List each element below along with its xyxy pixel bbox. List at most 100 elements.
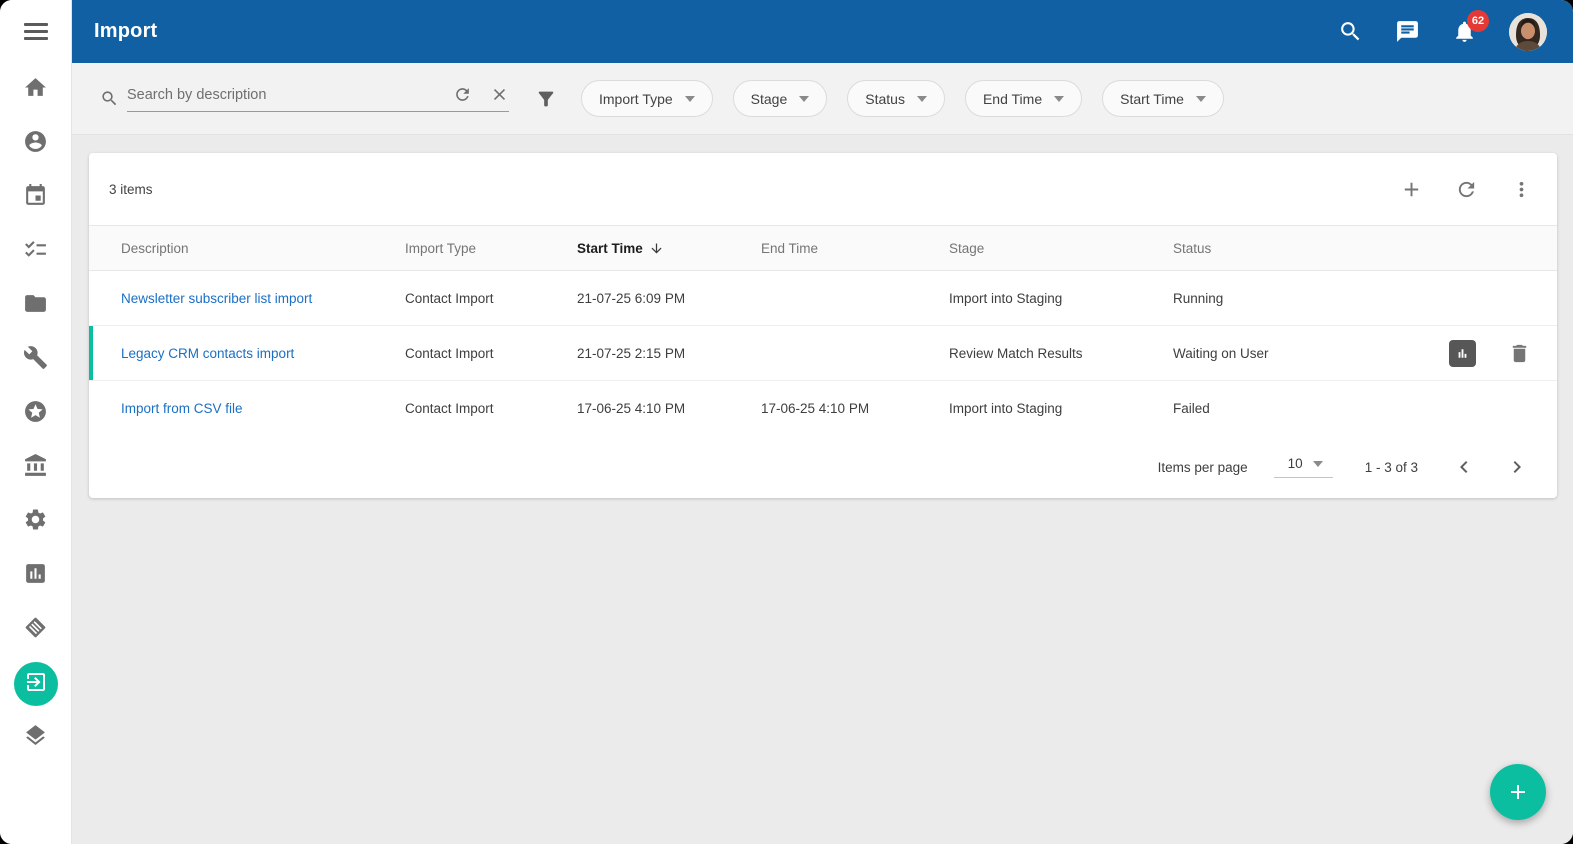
chevron-down-icon: [1196, 96, 1206, 102]
status-cell: Running: [1173, 291, 1403, 306]
stage-cell: Import into Staging: [949, 291, 1173, 306]
sidebar-item-accounts[interactable]: [0, 441, 71, 495]
import-icon: [24, 670, 48, 699]
hamburger-icon: [24, 23, 48, 40]
notification-count-badge: 62: [1467, 10, 1489, 32]
filter-bar: Import Type Stage Status End Time Start …: [72, 63, 1573, 135]
notifications-button[interactable]: 62: [1452, 19, 1477, 44]
filter-chip-status[interactable]: Status: [847, 80, 945, 117]
bar-chart-icon: [1454, 345, 1471, 362]
user-avatar[interactable]: [1509, 13, 1547, 51]
filter-funnel-icon[interactable]: [535, 88, 557, 110]
search-icon: [1338, 19, 1363, 44]
import-description-link[interactable]: Legacy CRM contacts import: [121, 346, 294, 361]
filter-chip-import-type[interactable]: Import Type: [581, 80, 713, 117]
table-row[interactable]: Newsletter subscriber list import Contac…: [89, 271, 1557, 326]
sidebar-item-settings[interactable]: [0, 495, 71, 549]
topbar-actions: 62: [1338, 13, 1547, 51]
sidebar-item-tags[interactable]: [0, 603, 71, 657]
add-icon[interactable]: [1400, 178, 1423, 201]
sidebar-item-favorites[interactable]: [0, 387, 71, 441]
summary-chart-button[interactable]: [1449, 340, 1476, 367]
app-window: Import 62: [0, 0, 1573, 844]
sidebar-item-home[interactable]: [0, 63, 71, 117]
sidebar: [0, 0, 72, 844]
start-time-cell: 17-06-25 4:10 PM: [577, 401, 761, 416]
layers-icon: [23, 723, 48, 753]
column-header-end-time[interactable]: End Time: [761, 241, 949, 256]
sidebar-item-tasks[interactable]: [0, 225, 71, 279]
stage-cell: Review Match Results: [949, 346, 1173, 361]
chevron-down-icon: [917, 96, 927, 102]
page-size-value: 10: [1288, 456, 1303, 471]
search-clear-icon[interactable]: [490, 85, 509, 104]
table-row[interactable]: Legacy CRM contacts import Contact Impor…: [89, 326, 1557, 381]
star-circle-icon: [23, 399, 48, 429]
column-header-import-type[interactable]: Import Type: [405, 241, 577, 256]
pagination-bar: Items per page 10 1 - 3 of 3: [89, 436, 1557, 498]
hamburger-menu-button[interactable]: [0, 0, 71, 63]
delete-button[interactable]: [1508, 342, 1531, 365]
filter-chip-end-time[interactable]: End Time: [965, 80, 1082, 117]
plus-icon: [1506, 780, 1530, 804]
search-input[interactable]: [127, 87, 435, 103]
avatar-image: [1509, 13, 1547, 51]
active-item-circle: [14, 662, 58, 706]
chevron-left-icon: [1452, 455, 1476, 479]
sidebar-item-contacts[interactable]: [0, 117, 71, 171]
status-cell: Waiting on User: [1173, 346, 1403, 361]
home-icon: [23, 75, 48, 105]
search-refresh-icon[interactable]: [453, 85, 472, 104]
items-per-page-label: Items per page: [1158, 460, 1248, 475]
column-header-description[interactable]: Description: [89, 241, 405, 256]
trash-icon: [1508, 342, 1531, 365]
page-title: Import: [94, 20, 157, 43]
sidebar-item-files[interactable]: [0, 279, 71, 333]
start-time-cell: 21-07-25 6:09 PM: [577, 291, 761, 306]
status-cell: Failed: [1173, 401, 1403, 416]
import-description-link[interactable]: Newsletter subscriber list import: [121, 291, 312, 306]
filter-chips: Import Type Stage Status End Time Start …: [581, 80, 1224, 117]
import-list-card: 3 items Description Import Type Start Ti…: [89, 153, 1557, 498]
bank-icon: [23, 453, 48, 483]
main-content: 3 items Description Import Type Start Ti…: [72, 135, 1573, 844]
sidebar-item-calendar[interactable]: [0, 171, 71, 225]
row-actions: [1403, 340, 1557, 367]
chat-button[interactable]: [1395, 19, 1420, 44]
checklist-icon: [23, 237, 48, 267]
end-time-cell: 17-06-25 4:10 PM: [761, 401, 949, 416]
table-row[interactable]: Import from CSV file Contact Import 17-0…: [89, 381, 1557, 436]
pagination-range: 1 - 3 of 3: [1365, 460, 1418, 475]
column-header-start-time[interactable]: Start Time: [577, 241, 761, 256]
previous-page-button[interactable]: [1452, 455, 1476, 479]
import-type-cell: Contact Import: [405, 346, 577, 361]
calendar-icon: [23, 183, 48, 213]
kebab-menu-icon[interactable]: [1510, 178, 1533, 201]
filter-chip-stage[interactable]: Stage: [733, 80, 828, 117]
sort-descending-arrow-icon: [649, 241, 664, 256]
card-toolbar: 3 items: [89, 153, 1557, 225]
sidebar-item-tools[interactable]: [0, 333, 71, 387]
chevron-down-icon: [685, 96, 695, 102]
column-header-status[interactable]: Status: [1173, 241, 1403, 256]
column-header-stage[interactable]: Stage: [949, 241, 1173, 256]
account-circle-icon: [23, 129, 48, 159]
page-size-select[interactable]: 10: [1274, 456, 1333, 478]
table-header-row: Description Import Type Start Time End T…: [89, 225, 1557, 271]
sidebar-item-layers[interactable]: [0, 711, 71, 765]
card-toolbar-actions: [1400, 178, 1533, 201]
description-search-field: [127, 85, 509, 112]
chevron-down-icon: [1054, 96, 1064, 102]
sidebar-item-import[interactable]: [0, 657, 71, 711]
chevron-down-icon: [1313, 461, 1323, 467]
import-type-cell: Contact Import: [405, 291, 577, 306]
global-search-button[interactable]: [1338, 19, 1363, 44]
refresh-icon[interactable]: [1455, 178, 1478, 201]
top-app-bar: Import 62: [72, 0, 1573, 63]
next-page-button[interactable]: [1505, 455, 1529, 479]
add-import-fab[interactable]: [1490, 764, 1546, 820]
import-description-link[interactable]: Import from CSV file: [121, 401, 243, 416]
filter-chip-start-time[interactable]: Start Time: [1102, 80, 1224, 117]
sidebar-item-reports[interactable]: [0, 549, 71, 603]
chevron-right-icon: [1505, 455, 1529, 479]
